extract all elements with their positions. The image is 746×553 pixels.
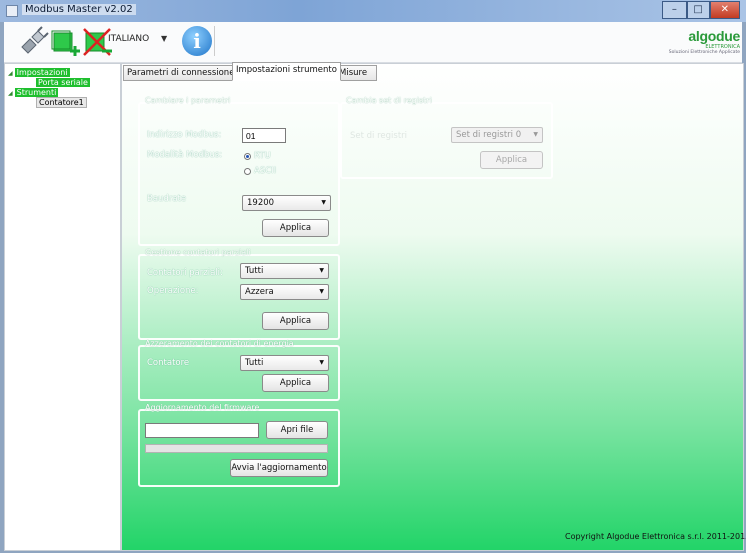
partial-counters-value: Tutti [245,266,264,276]
open-file-button[interactable]: Apri file [266,421,328,439]
energy-counter-value: Tutti [245,358,264,368]
firmware-progress-bar [145,444,328,453]
language-select[interactable]: ITALIANO [108,34,149,44]
plug-icon[interactable] [18,25,50,57]
energy-apply-button[interactable]: Applica [262,374,329,392]
energy-counter-label: Contatore [147,358,190,368]
navigation-tree: ◢ Impostazioni Porta seriale ◢ Strumenti C… [4,63,121,551]
copyright-text: Copyright Algodue Elettronica s.r.l. 201… [565,532,746,541]
close-button[interactable]: ✕ [709,1,740,19]
energy-group [138,345,340,401]
firmware-group-title: Aggiornamento del firmware [145,403,260,412]
energy-group-title: Azzeramento dei contatori di energia [145,339,294,348]
collapse-icon[interactable]: ◢ [8,90,13,97]
toolbar: ITALIANO ▼ i algodue ELETTRONICA Soluzio… [4,22,742,63]
operation-select[interactable]: Azzera ▼ [240,284,329,300]
info-icon[interactable]: i [182,26,212,56]
registers-label: Set di registri [350,131,408,141]
params-group-title: Cambiare i parametri [145,96,231,105]
registers-select[interactable]: Set di registri 0 ▼ [451,127,543,143]
window-title: Modbus Master v2.02 [22,4,136,15]
logo-name: algodue [688,28,740,44]
params-apply-button[interactable]: Applica [262,219,329,237]
chevron-down-icon: ▼ [319,359,324,366]
registers-value: Set di registri 0 [456,130,522,140]
chevron-down-icon[interactable]: ▼ [161,34,167,43]
collapse-icon[interactable]: ◢ [8,70,13,77]
tree-label: Strumenti [14,88,59,97]
connect-icon[interactable] [50,25,82,57]
tree-item-contatore1[interactable]: Contatore1 [36,97,87,108]
ascii-radio[interactable] [244,168,251,175]
partial-group-title: Gestione contatori parziali [145,248,251,257]
tab-impostazioni-strumento[interactable]: Impostazioni strumento [232,62,341,81]
chevron-down-icon: ▼ [533,131,538,138]
algodue-logo: algodue ELETTRONICA Soluzioni Elettronic… [666,28,741,56]
operation-label: Operazione: [147,286,199,296]
registers-apply-button[interactable]: Applica [480,151,543,169]
address-label: Indirizzo Modbus: [147,130,222,140]
title-bar: Modbus Master v2.02 – □ ✕ [0,0,746,22]
tree-item-porta-seriale[interactable]: Porta seriale [36,78,90,87]
baudrate-value: 19200 [247,198,275,208]
energy-counter-select[interactable]: Tutti ▼ [240,355,329,371]
partial-counters-label: Contatori parziali: [147,268,223,278]
rtu-label: RTU [254,151,271,161]
window-controls: – □ ✕ [662,1,740,19]
toolbar-grip [214,26,221,56]
ascii-label: ASCII [254,166,277,176]
chevron-down-icon: ▼ [319,267,324,274]
baudrate-label: Baudrate [147,194,187,204]
tree-label: Porta seriale [36,78,90,87]
tree-label: Impostazioni [14,68,70,77]
address-field[interactable] [242,128,286,143]
firmware-file-field[interactable] [145,423,259,438]
tree-item-impostazioni[interactable]: ◢ Impostazioni [8,68,70,78]
partial-counters-select[interactable]: Tutti ▼ [240,263,329,279]
operation-value: Azzera [245,287,274,297]
tab-parametri-connessione[interactable]: Parametri di connessione [123,65,239,81]
chevron-down-icon: ▼ [319,288,324,295]
mode-label: Modalità Modbus: [147,150,223,160]
maximize-button[interactable]: □ [686,1,710,19]
partial-apply-button[interactable]: Applica [262,312,329,330]
chevron-down-icon: ▼ [321,199,326,206]
rtu-radio[interactable] [244,153,251,160]
tree-label: Contatore1 [36,97,87,108]
minimize-button[interactable]: – [662,1,687,19]
logo-tagline: Soluzioni Elettroniche Applicate [668,50,740,55]
start-update-button[interactable]: Avvia l'aggiornamento [230,459,328,477]
app-icon [6,5,18,17]
baudrate-select[interactable]: 19200 ▼ [242,195,331,211]
registers-group-title: Cambia set di registri [346,96,432,105]
tab-misure[interactable]: Misure [335,65,377,81]
